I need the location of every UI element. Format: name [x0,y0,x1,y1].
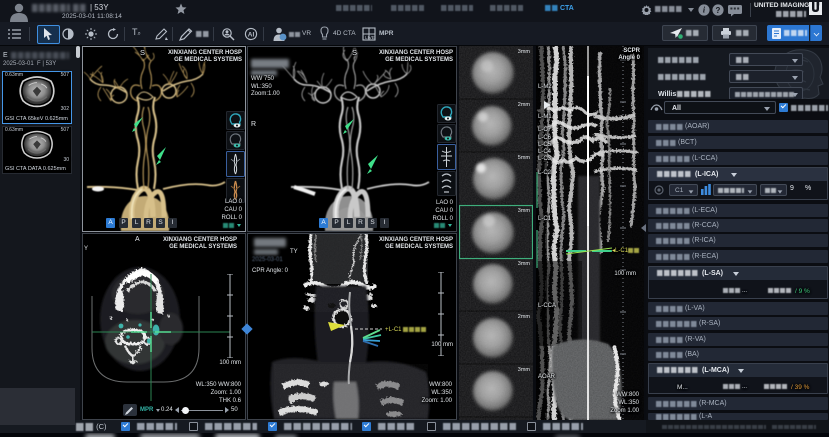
svg-text:3mm: 3mm [518,261,531,267]
svg-text:2mm: 2mm [518,314,531,320]
svg-text:2mm: 2mm [518,102,531,108]
svg-text:LIVE: LIVE [365,35,375,40]
svg-text:3mm: 3mm [518,367,531,373]
svg-text:5mm: 5mm [518,155,531,161]
svg-text:?: ? [716,6,721,15]
svg-text:AI: AI [248,31,255,38]
svg-text:3mm: 3mm [518,49,531,55]
svg-text:3mm: 3mm [518,208,531,214]
